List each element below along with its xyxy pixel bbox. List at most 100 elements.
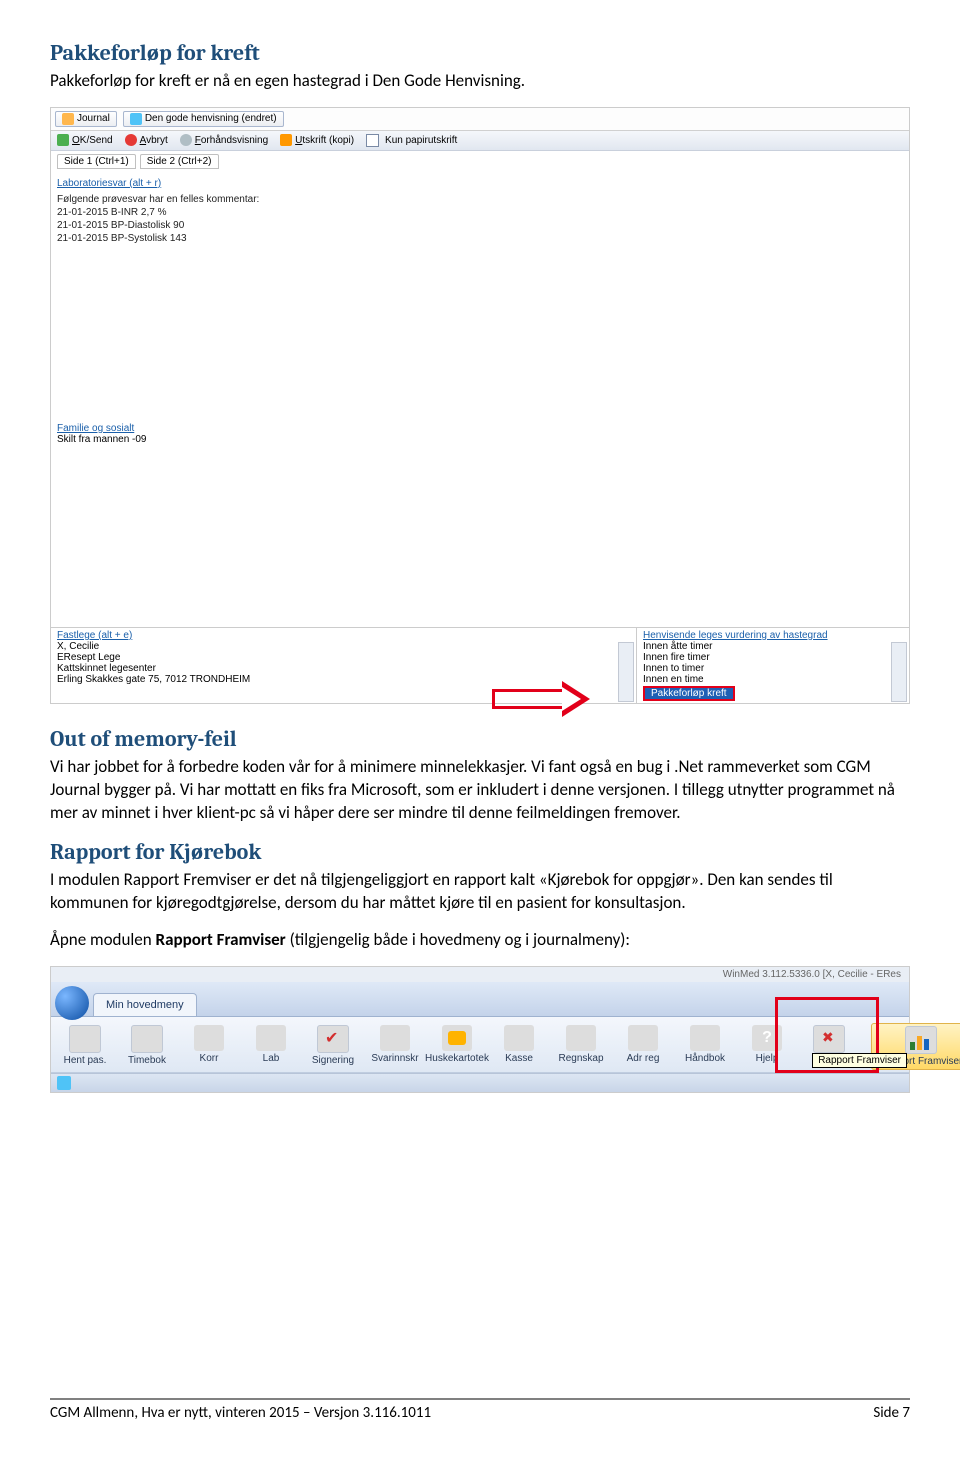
ss2-titlebar: Min hovedmeny — [51, 982, 909, 1017]
lab-content: Følgende prøvesvar har en felles komment… — [51, 191, 909, 251]
stop-icon — [125, 134, 137, 146]
hastegrad-header: Henvisende leges vurdering av hastegrad — [643, 630, 903, 641]
footer-right: Side 7 — [873, 1404, 910, 1422]
hastegrad-panel: Henvisende leges vurdering av hastegrad … — [637, 628, 909, 703]
hentpas-label: Hent pas. — [64, 1055, 107, 1066]
timebok-button[interactable]: Timebok — [117, 1023, 177, 1070]
lab-line-2: 21-01-2015 BP-Diastolisk 90 — [57, 219, 903, 232]
hastegrad-opt-2[interactable]: Innen fire timer — [643, 652, 903, 663]
addressbook-icon — [628, 1025, 658, 1051]
small-icon[interactable] — [57, 1076, 71, 1090]
ss2-toolbar: Hent pas. Timebok Korr Lab Signering Sva… — [51, 1017, 909, 1073]
tooltip-rapport: Rapport Framviser — [812, 1053, 907, 1068]
envelope-icon — [194, 1025, 224, 1051]
checkmark-icon — [317, 1025, 349, 1053]
signering-button[interactable]: Signering — [303, 1023, 363, 1070]
forhand-button[interactable]: Forhåndsvisning — [180, 134, 268, 146]
timebok-label: Timebok — [128, 1055, 166, 1066]
tab-journal[interactable]: Journal — [55, 111, 117, 127]
timebok-icon — [131, 1025, 163, 1053]
regnskap-button[interactable]: Regnskap — [551, 1023, 611, 1070]
para-open-post: (tilgjengelig både i hovedmeny og i jour… — [286, 929, 630, 950]
papir-checkbox[interactable]: Kun papirutskrift — [366, 134, 457, 147]
handbok-button[interactable]: Håndbok — [675, 1023, 735, 1070]
para-oom: Vi har jobbet for å forbedre koden vår f… — [50, 756, 910, 825]
screenshot-hovedmeny: WinMed 3.112.5336.0 [X, Cecilie - ERes M… — [50, 966, 910, 1093]
oksend-label: OK/Send — [72, 135, 113, 146]
cashregister-icon — [504, 1025, 534, 1051]
tab-dgh[interactable]: Den gode henvisning (endret) — [123, 111, 284, 127]
subtab-side1[interactable]: Side 1 (Ctrl+1) — [57, 154, 136, 169]
hjelp-button[interactable]: Hjelp — [737, 1023, 797, 1070]
lab-button[interactable]: Lab — [241, 1023, 301, 1070]
huskekartotek-label: Huskekartotek — [425, 1053, 489, 1064]
hastegrad-opt-1[interactable]: Innen åtte timer — [643, 641, 903, 652]
scrollbar[interactable] — [618, 642, 634, 702]
winmed-version: WinMed 3.112.5336.0 [X, Cecilie - ERes — [51, 967, 909, 982]
fastlege-line-2: EResept Lege — [57, 652, 630, 663]
hentpas-button[interactable]: Hent pas. — [55, 1023, 115, 1070]
huskekartotek-button[interactable]: Huskekartotek — [427, 1023, 487, 1070]
adrreg-button[interactable]: Adr reg — [613, 1023, 673, 1070]
footer-left: CGM Allmenn, Hva er nytt, vinteren 2015 … — [50, 1404, 431, 1422]
people-icon — [442, 1025, 472, 1051]
oksend-button[interactable]: OK/Send — [57, 134, 113, 146]
fastlege-header[interactable]: Fastlege (alt + e) — [57, 630, 630, 641]
calendar-icon — [69, 1025, 101, 1053]
kasse-label: Kasse — [505, 1053, 533, 1064]
signering-label: Signering — [312, 1055, 354, 1066]
korr-button[interactable]: Korr — [179, 1023, 239, 1070]
hjelp-label: Hjelp — [756, 1053, 779, 1064]
handbok-label: Håndbok — [685, 1053, 725, 1064]
flask-icon — [256, 1025, 286, 1051]
ss1-bottom-row: Fastlege (alt + e) X, Cecilie EResept Le… — [51, 627, 909, 703]
hastegrad-opt-3[interactable]: Innen to timer — [643, 663, 903, 674]
red-arrow-annotation — [492, 681, 596, 709]
lab-section-header[interactable]: Laboratoriesvar (alt + r) — [51, 172, 909, 191]
heading-pakkeforlop: Pakkeforløp for kreft — [50, 40, 910, 66]
para-pakkeforlop: Pakkeforløp for kreft er nå en egen hast… — [50, 70, 910, 93]
lab-label: Lab — [263, 1053, 280, 1064]
subtab-side2[interactable]: Side 2 (Ctrl+2) — [140, 154, 219, 169]
close-icon — [813, 1025, 845, 1053]
heading-oom: Out of memory-feil — [50, 726, 910, 752]
app-orb-icon[interactable] — [55, 986, 89, 1020]
heading-rapport: Rapport for Kjørebok — [50, 839, 910, 865]
svarinnskr-label: Svarinnskr — [371, 1053, 418, 1064]
para-open-module: Åpne modulen Rapport Framviser (tilgjeng… — [50, 929, 910, 952]
hastegrad-opt-4[interactable]: Innen en time — [643, 674, 903, 685]
regnskap-label: Regnskap — [558, 1053, 603, 1064]
scrollbar-right[interactable] — [891, 642, 907, 702]
dgh-icon — [130, 113, 142, 125]
ss1-subtabs: Side 1 (Ctrl+1) Side 2 (Ctrl+2) — [51, 151, 909, 172]
page-footer: CGM Allmenn, Hva er nytt, vinteren 2015 … — [50, 1398, 910, 1422]
svarinnskr-button[interactable]: Svarinnskr — [365, 1023, 425, 1070]
fastlege-line-1: X, Cecilie — [57, 641, 630, 652]
lab-line-1: 21-01-2015 B-INR 2,7 % — [57, 206, 903, 219]
print-icon — [280, 134, 292, 146]
fastlege-line-3: Kattskinnet legesenter — [57, 663, 630, 674]
kasse-button[interactable]: Kasse — [489, 1023, 549, 1070]
hastegrad-selected-label: Pakkeforløp kreft — [651, 688, 727, 699]
barchart-icon — [905, 1026, 937, 1054]
ss2-bottom-strip — [51, 1073, 909, 1092]
lab-intro: Følgende prøvesvar har en felles komment… — [57, 193, 903, 206]
tab-journal-label: Journal — [77, 113, 110, 124]
papir-label: Kun papirutskrift — [385, 135, 457, 146]
hastegrad-selected[interactable]: Pakkeforløp kreft — [643, 686, 735, 701]
ss1-toolbar: OK/Send Avbryt Forhåndsvisning Utskrift … — [51, 131, 909, 151]
coins-icon — [566, 1025, 596, 1051]
para-open-bold: Rapport Framviser — [156, 929, 286, 950]
avbryt-button[interactable]: Avbryt — [125, 134, 168, 146]
screenshot-dgh: Journal Den gode henvisning (endret) OK/… — [50, 107, 910, 704]
avbryt-label: Avbryt — [140, 135, 168, 146]
fastlege-panel: Fastlege (alt + e) X, Cecilie EResept Le… — [51, 628, 637, 703]
help-icon — [752, 1025, 782, 1051]
checkbox-icon — [366, 134, 379, 147]
tab-hovedmeny[interactable]: Min hovedmeny — [93, 993, 197, 1016]
para-rapport: I modulen Rapport Fremviser er det nå ti… — [50, 869, 910, 915]
utskrift-button[interactable]: Utskrift (kopi) — [280, 134, 354, 146]
familie-header[interactable]: Familie og sosialt — [51, 421, 909, 434]
journal-icon — [62, 113, 74, 125]
lab-line-3: 21-01-2015 BP-Systolisk 143 — [57, 232, 903, 245]
